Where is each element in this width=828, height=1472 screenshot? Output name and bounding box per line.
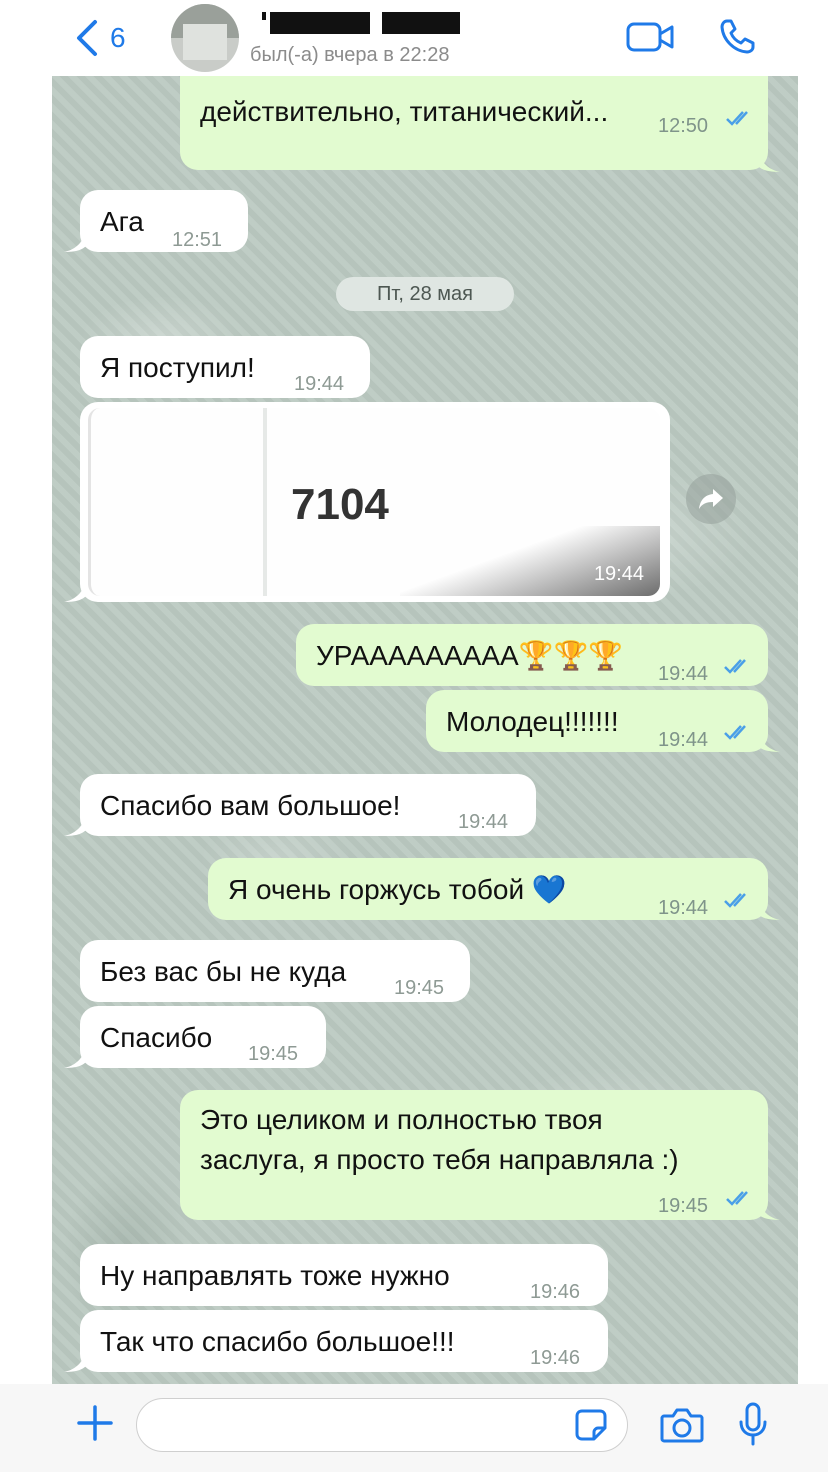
bubble-tail — [758, 900, 780, 920]
video-camera-icon[interactable] — [626, 20, 676, 54]
chevron-left-icon — [77, 20, 97, 56]
avatar[interactable] — [171, 4, 239, 72]
contact-name-redacted[interactable] — [262, 12, 472, 34]
message-text: Без вас бы не куда — [100, 956, 347, 987]
back-button[interactable]: 6 — [74, 18, 126, 58]
unread-count: 6 — [110, 22, 126, 53]
message-time: 12:51 — [172, 229, 223, 251]
message-bubble-outgoing[interactable]: Молодец!!!!!!! 19:44 — [426, 690, 768, 752]
message-time: 19:44 — [458, 811, 509, 833]
message-bubble-incoming[interactable]: Ага 12:51 — [80, 190, 248, 252]
date-separator: Пт, 28 мая — [336, 277, 514, 311]
message-bubble-incoming[interactable]: Спасибо вам большое! 19:44 — [80, 774, 536, 836]
forward-arrow-icon — [699, 489, 723, 509]
bubble-tail — [758, 152, 780, 172]
message-time: 19:44 — [658, 897, 709, 919]
message-bubble-outgoing[interactable]: Я очень горжусь тобой 💙 19:44 — [208, 858, 768, 920]
last-seen-status: был(-а) вчера в 22:28 — [250, 44, 450, 66]
message-text-line-2: заслуга, я просто тебя направляла :) — [200, 1144, 679, 1175]
message-time: 19:46 — [530, 1281, 581, 1303]
message-time: 19:44 — [593, 563, 644, 585]
message-time: 19:45 — [394, 977, 445, 999]
message-text: Спасибо — [100, 1022, 213, 1053]
message-bubble-incoming[interactable]: Спасибо 19:45 — [80, 1006, 326, 1068]
message-bubble-outgoing[interactable]: УРААААААААА🏆🏆🏆 19:44 — [296, 624, 768, 686]
phone-icon[interactable] — [718, 18, 756, 56]
read-ticks-icon — [726, 1191, 748, 1206]
bubble-tail — [64, 1048, 86, 1068]
message-text: Я поступил! — [100, 352, 255, 383]
message-time: 19:46 — [530, 1347, 581, 1369]
message-text: УРААААААААА🏆🏆🏆 — [316, 640, 624, 671]
message-input[interactable] — [136, 1398, 628, 1452]
message-text: Так что спасибо большое!!! — [100, 1326, 455, 1357]
camera-icon[interactable] — [660, 1406, 704, 1444]
bubble-tail — [64, 1352, 86, 1372]
microphone-icon[interactable] — [738, 1402, 768, 1446]
read-ticks-icon — [724, 725, 746, 740]
message-text: Ну направлять тоже нужно — [100, 1260, 450, 1291]
forward-button[interactable] — [686, 474, 736, 524]
plus-icon[interactable] — [76, 1404, 114, 1442]
message-time: 12:50 — [658, 115, 709, 137]
message-time: 19:44 — [658, 663, 709, 685]
message-bubble-incoming[interactable]: Ну направлять тоже нужно 19:46 — [80, 1244, 608, 1306]
message-time: 19:45 — [248, 1043, 299, 1065]
bubble-tail — [64, 232, 86, 252]
image-message[interactable]: 7104 19:44 — [80, 402, 670, 602]
message-bubble-incoming[interactable]: Так что спасибо большое!!! 19:46 — [80, 1310, 608, 1372]
read-ticks-icon — [724, 659, 746, 674]
image-attachment[interactable]: 7104 19:44 — [88, 408, 660, 596]
message-time: 19:44 — [658, 729, 709, 751]
bubble-tail — [64, 582, 86, 602]
bubble-tail — [758, 1200, 780, 1220]
message-list[interactable]: действительно, титанический... 12:50 Ага… — [52, 76, 798, 1384]
message-text: действительно, титанический... — [200, 96, 609, 127]
message-bubble-incoming[interactable]: Без вас бы не куда 19:45 — [80, 940, 470, 1002]
read-ticks-icon — [726, 111, 748, 126]
bubble-tail — [758, 732, 780, 752]
message-time: 19:44 — [294, 373, 345, 395]
message-text: Молодец!!!!!!! — [446, 706, 619, 737]
bubble-tail — [64, 816, 86, 836]
message-text-line-1: Это целиком и полностью твоя — [200, 1104, 603, 1135]
read-ticks-icon — [724, 893, 746, 908]
message-text: Ага — [100, 206, 144, 237]
chat-header: 6 был(-а) вчера в 22:28 — [0, 0, 828, 76]
image-value-text: 7104 — [291, 480, 389, 529]
message-bubble-outgoing[interactable]: Это целиком и полностью твоя заслуга, я … — [180, 1090, 768, 1220]
message-bubble-outgoing[interactable]: действительно, титанический... 12:50 — [180, 76, 768, 170]
message-time: 19:45 — [658, 1195, 709, 1217]
message-text: Я очень горжусь тобой 💙 — [228, 874, 567, 905]
message-bubble-incoming[interactable]: Я поступил! 19:44 — [80, 336, 370, 398]
message-text: Спасибо вам большое! — [100, 790, 401, 821]
sticker-icon[interactable] — [574, 1408, 608, 1442]
message-input-bar — [0, 1384, 828, 1472]
